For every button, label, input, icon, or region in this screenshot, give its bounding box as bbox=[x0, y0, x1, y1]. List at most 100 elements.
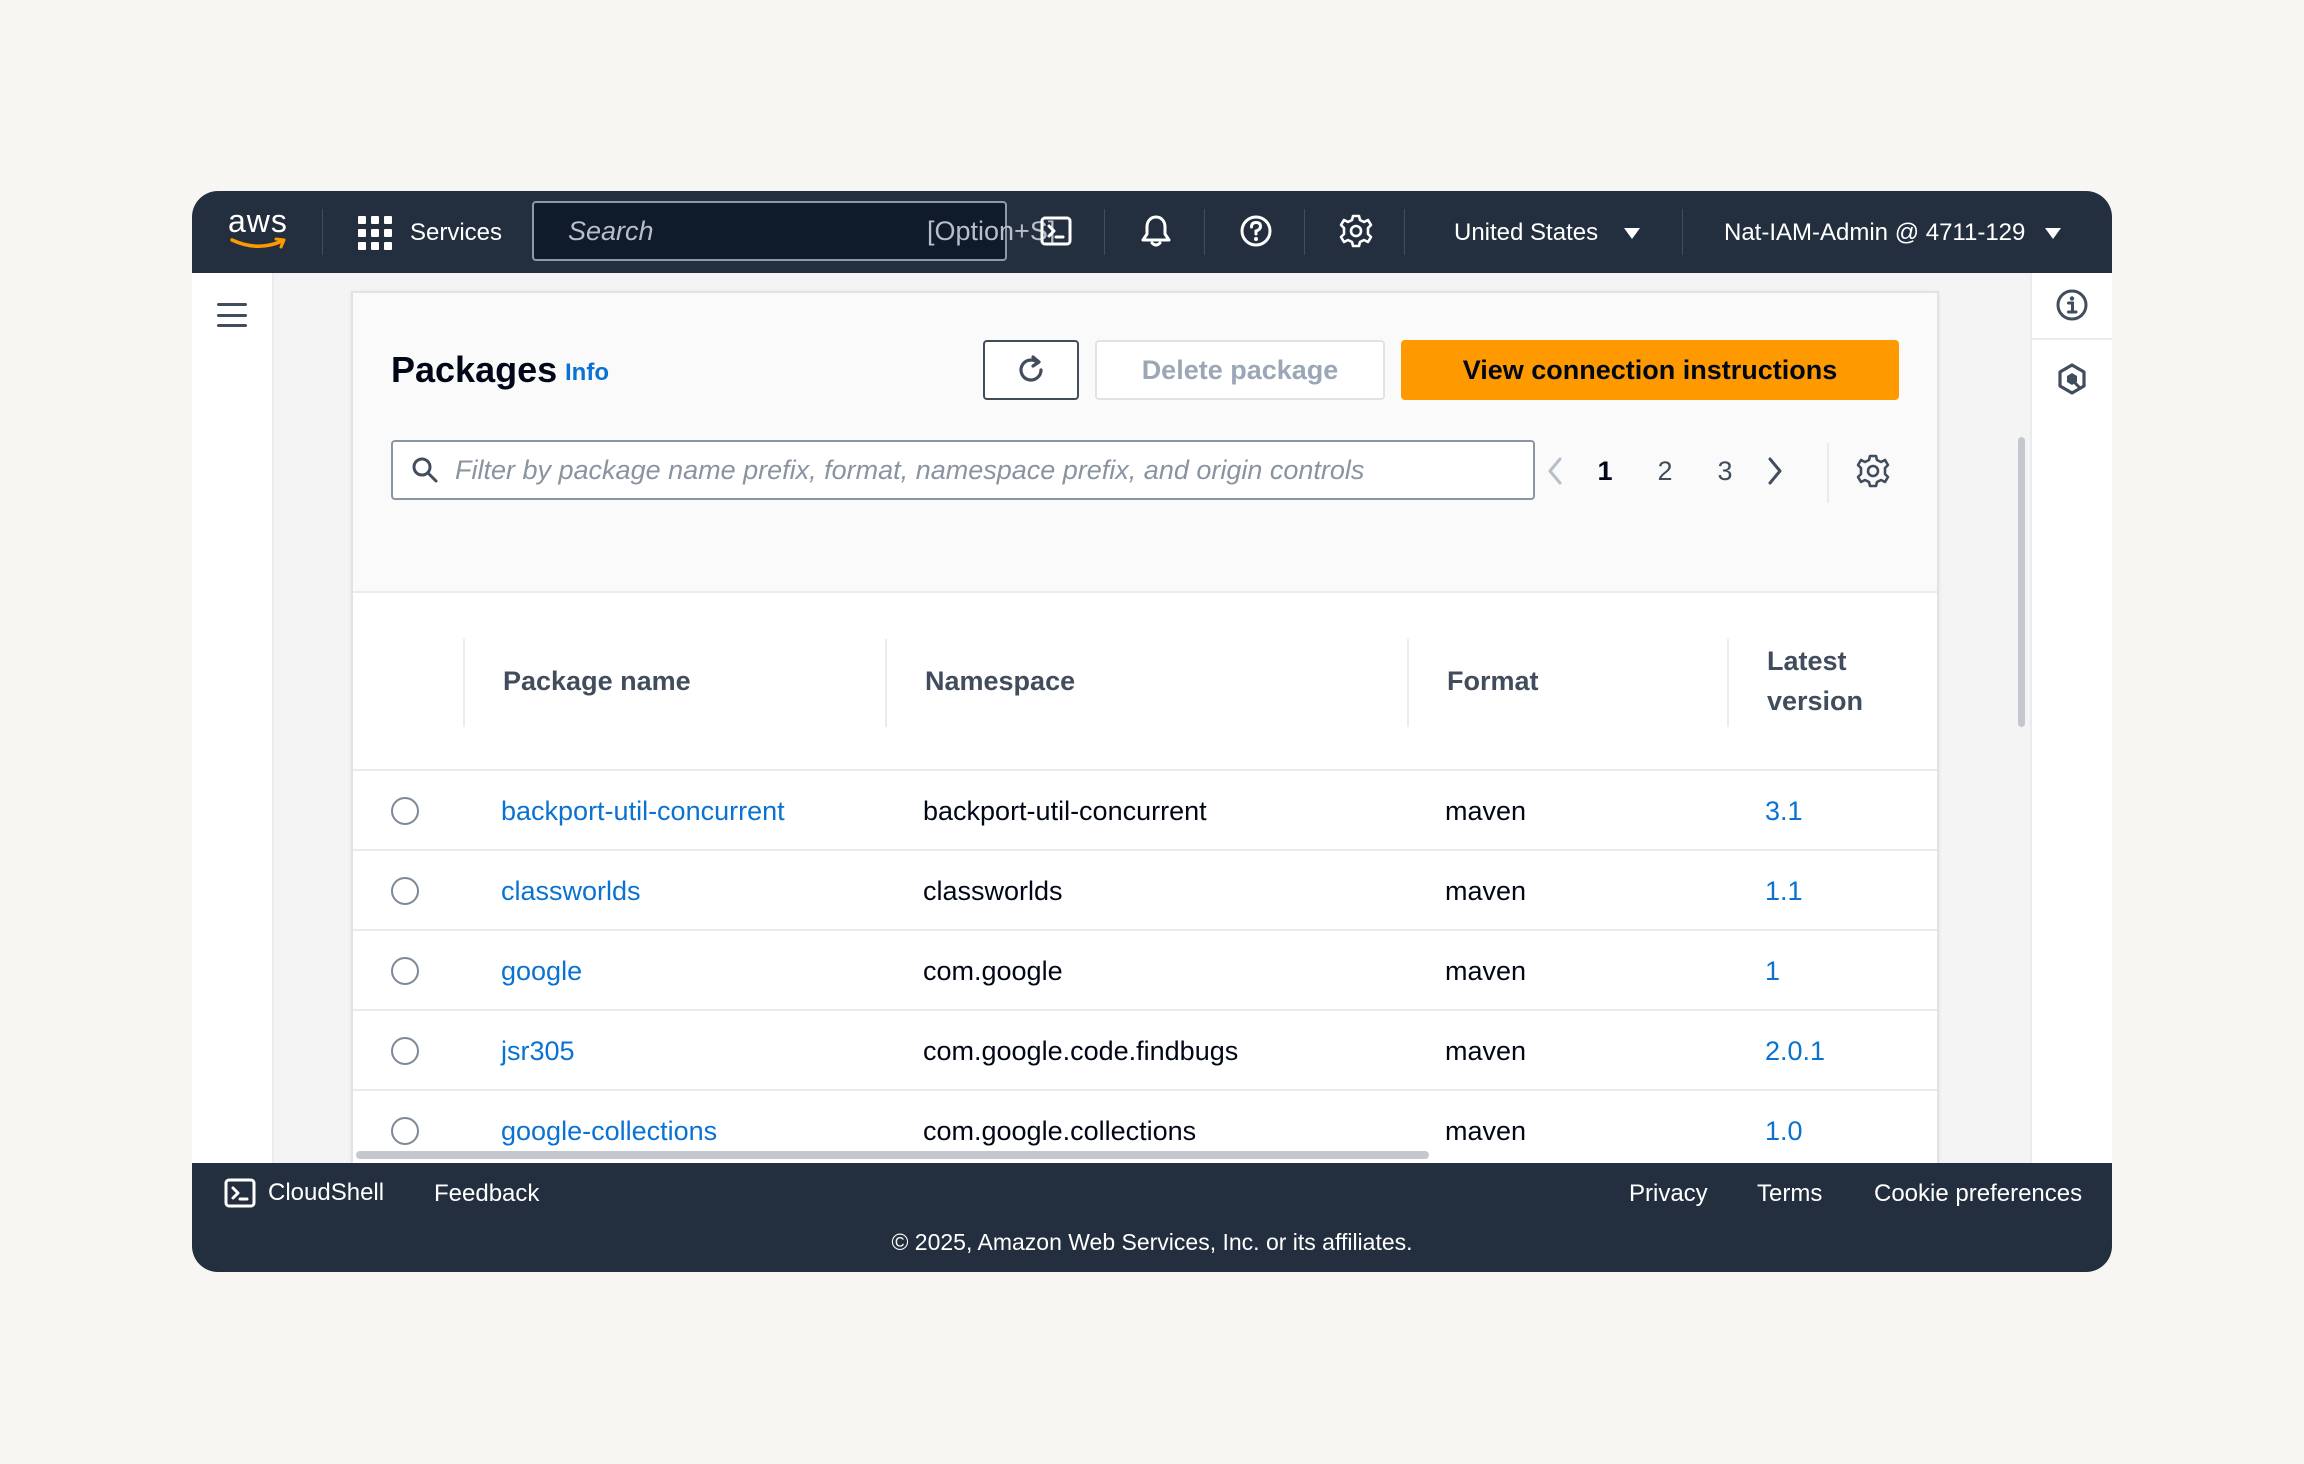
previous-page-button[interactable] bbox=[1535, 451, 1575, 491]
latest-version-link[interactable]: 3.1 bbox=[1765, 793, 1803, 829]
horizontal-scrollbar[interactable] bbox=[356, 1151, 1429, 1159]
packages-table: Package name Namespace Format Latest ver… bbox=[353, 593, 1937, 1163]
format-cell: maven bbox=[1445, 876, 1527, 906]
global-search[interactable]: [Option+S] bbox=[532, 201, 1055, 261]
format-cell: maven bbox=[1445, 956, 1527, 986]
settings-button[interactable] bbox=[1336, 211, 1376, 251]
row-select-radio[interactable] bbox=[391, 1037, 419, 1065]
table-row[interactable]: classworlds classworlds maven 1.1 bbox=[353, 851, 1937, 931]
cookie-preferences-link[interactable]: Cookie preferences bbox=[1874, 1179, 2082, 1209]
delete-package-button[interactable]: Delete package bbox=[1095, 340, 1385, 400]
menu-toggle-button[interactable] bbox=[217, 303, 247, 327]
column-header-format[interactable]: Format bbox=[1447, 661, 1539, 701]
top-navigation: aws Services [Option+S] bbox=[192, 191, 2112, 273]
package-name-link[interactable]: google-collections bbox=[501, 1113, 717, 1149]
latest-version-link[interactable]: 1.1 bbox=[1765, 873, 1803, 909]
package-name-link[interactable]: backport-util-concurrent bbox=[501, 793, 785, 829]
region-selector[interactable]: United States bbox=[1454, 213, 1641, 253]
search-icon bbox=[412, 457, 438, 483]
latest-version-link[interactable]: 1.0 bbox=[1765, 1113, 1803, 1149]
view-connection-instructions-button[interactable]: View connection instructions bbox=[1401, 340, 1899, 400]
package-filter[interactable] bbox=[391, 440, 1535, 500]
column-header-package-name[interactable]: Package name bbox=[503, 661, 691, 701]
services-menu-button[interactable]: Services bbox=[358, 213, 502, 253]
table-row[interactable]: backport-util-concurrent backport-util-c… bbox=[353, 771, 1937, 851]
column-divider bbox=[885, 639, 887, 727]
account-menu[interactable]: Nat-IAM-Admin @ 4711-129 bbox=[1724, 213, 2062, 253]
gear-icon bbox=[1856, 454, 1890, 488]
chevron-left-icon bbox=[1548, 457, 1562, 485]
aws-smile-icon bbox=[230, 237, 286, 249]
table-preferences-button[interactable] bbox=[1853, 451, 1893, 491]
rail-divider bbox=[2032, 338, 2112, 340]
cloudshell-nav-button[interactable] bbox=[1036, 211, 1076, 251]
nav-divider bbox=[1304, 209, 1305, 255]
gear-icon bbox=[1339, 214, 1373, 248]
nav-divider bbox=[322, 209, 323, 255]
pager-divider bbox=[1827, 443, 1829, 503]
copyright-text: © 2025, Amazon Web Services, Inc. or its… bbox=[891, 1229, 1413, 1255]
privacy-link[interactable]: Privacy bbox=[1629, 1179, 1708, 1209]
package-name-link[interactable]: classworlds bbox=[501, 873, 641, 909]
latest-version-link[interactable]: 1 bbox=[1765, 953, 1780, 989]
left-navigation-rail bbox=[192, 273, 274, 1163]
nav-divider bbox=[1682, 209, 1683, 255]
cloudshell-button[interactable]: CloudShell bbox=[224, 1177, 384, 1209]
terminal-icon bbox=[1040, 216, 1072, 246]
search-input[interactable] bbox=[568, 215, 927, 247]
help-icon bbox=[1240, 215, 1272, 247]
package-name-link[interactable]: google bbox=[501, 953, 582, 989]
page-2-button[interactable]: 2 bbox=[1635, 456, 1695, 487]
terminal-icon bbox=[224, 1178, 256, 1208]
packages-container: Packages Info Delete package View connec… bbox=[351, 291, 1939, 1163]
terms-link[interactable]: Terms bbox=[1757, 1179, 1822, 1209]
console-window: aws Services [Option+S] bbox=[192, 191, 2112, 1272]
q-assistant-icon bbox=[2058, 363, 2086, 395]
nav-divider bbox=[1104, 209, 1105, 255]
refresh-button[interactable] bbox=[983, 340, 1079, 400]
next-page-button[interactable] bbox=[1755, 451, 1795, 491]
table-row[interactable]: google com.google maven 1 bbox=[353, 931, 1937, 1011]
hamburger-icon bbox=[217, 303, 247, 306]
info-link[interactable]: Info bbox=[565, 359, 609, 387]
column-header-namespace[interactable]: Namespace bbox=[925, 661, 1075, 701]
services-label: Services bbox=[410, 219, 503, 246]
table-header: Package name Namespace Format Latest ver… bbox=[353, 593, 1937, 771]
region-label: United States bbox=[1454, 219, 1599, 246]
table-row[interactable]: jsr305 com.google.code.findbugs maven 2.… bbox=[353, 1011, 1937, 1091]
page-3-button[interactable]: 3 bbox=[1695, 456, 1755, 487]
app-grid-icon bbox=[358, 216, 392, 250]
column-divider bbox=[463, 639, 465, 727]
account-label: Nat-IAM-Admin @ 4711-129 bbox=[1724, 219, 2026, 246]
page-title: Packages bbox=[391, 349, 558, 390]
notifications-button[interactable] bbox=[1136, 211, 1176, 251]
page-1-button[interactable]: 1 bbox=[1575, 456, 1635, 487]
column-divider bbox=[1727, 639, 1729, 727]
aws-logo-text: aws bbox=[228, 203, 288, 239]
caret-down-icon bbox=[2045, 227, 2062, 239]
right-utility-rail bbox=[2030, 273, 2112, 1163]
cloudshell-label: CloudShell bbox=[268, 1179, 385, 1206]
info-panel-button[interactable] bbox=[2052, 285, 2092, 325]
info-icon bbox=[2056, 289, 2088, 321]
row-select-radio[interactable] bbox=[391, 957, 419, 985]
namespace-cell: backport-util-concurrent bbox=[923, 796, 1207, 826]
namespace-cell: com.google.collections bbox=[923, 1116, 1197, 1146]
package-name-link[interactable]: jsr305 bbox=[501, 1033, 575, 1069]
q-assistant-button[interactable] bbox=[2052, 359, 2092, 399]
row-select-radio[interactable] bbox=[391, 1117, 419, 1145]
format-cell: maven bbox=[1445, 1116, 1527, 1146]
column-header-latest-version[interactable]: Latest version bbox=[1767, 641, 1887, 721]
namespace-cell: com.google bbox=[923, 956, 1063, 986]
help-button[interactable] bbox=[1236, 211, 1276, 251]
chevron-right-icon bbox=[1768, 457, 1782, 485]
feedback-link[interactable]: Feedback bbox=[434, 1179, 539, 1209]
row-select-radio[interactable] bbox=[391, 877, 419, 905]
aws-logo[interactable]: aws bbox=[228, 205, 292, 255]
vertical-scrollbar[interactable] bbox=[2018, 437, 2025, 727]
format-cell: maven bbox=[1445, 796, 1527, 826]
filter-input[interactable] bbox=[455, 454, 1515, 486]
nav-divider bbox=[1404, 209, 1405, 255]
row-select-radio[interactable] bbox=[391, 797, 419, 825]
latest-version-link[interactable]: 2.0.1 bbox=[1765, 1033, 1825, 1069]
